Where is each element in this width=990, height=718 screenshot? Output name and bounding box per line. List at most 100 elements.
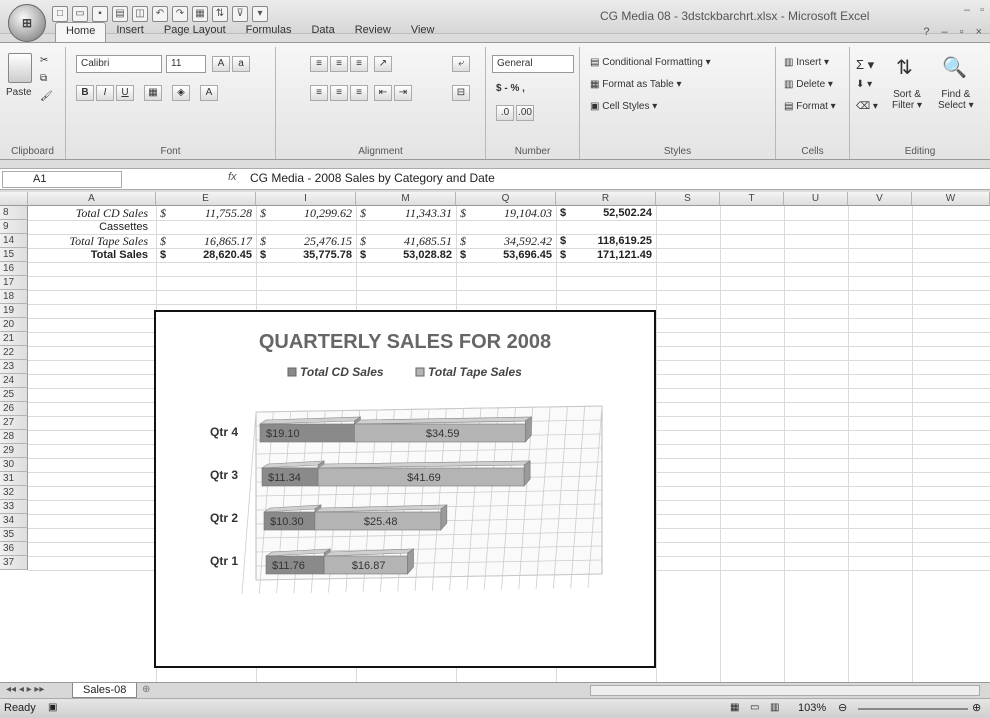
paste-button[interactable]: Paste <box>6 87 32 98</box>
cell-q15[interactable]: 53,696.45 <box>470 248 552 262</box>
row-header[interactable]: 37 <box>0 556 28 570</box>
cell-m15[interactable]: 53,028.82 <box>370 248 452 262</box>
column-header-v[interactable]: V <box>848 192 912 206</box>
tab-page-layout[interactable]: Page Layout <box>154 22 236 42</box>
cell-m14[interactable]: 41,685.51 <box>370 234 452 248</box>
wb-restore-icon[interactable]: ▫ <box>960 26 964 38</box>
cell-m8[interactable]: 11,343.31 <box>370 206 452 220</box>
underline-button[interactable]: U <box>116 85 134 101</box>
wrap-text-icon[interactable]: ⤶ <box>452 56 470 72</box>
save-icon[interactable]: ▪ <box>92 6 108 22</box>
increase-decimal-icon[interactable]: .0 <box>496 105 514 121</box>
row-header[interactable]: 19 <box>0 304 28 318</box>
font-name-combo[interactable]: Calibri <box>76 55 162 73</box>
fill-color-icon[interactable]: ◈ <box>172 85 190 101</box>
row-header[interactable]: 20 <box>0 318 28 332</box>
sort-icon[interactable]: ⇅ <box>212 6 228 22</box>
sheet-tab-sales-08[interactable]: Sales-08 <box>72 683 138 698</box>
find-select-icon[interactable]: 🔍 <box>942 55 967 80</box>
find-select-button[interactable]: Find & Select ▾ <box>938 89 974 111</box>
cell-i8[interactable]: 10,299.62 <box>270 206 352 220</box>
align-right-icon[interactable]: ≡ <box>350 85 368 101</box>
align-center-icon[interactable]: ≡ <box>330 85 348 101</box>
accounting-format-button[interactable]: $ - % , <box>496 83 525 94</box>
sheet-nav-icons[interactable]: ◂◂ ◂ ▸ ▸▸ <box>6 684 44 695</box>
conditional-formatting-button[interactable]: ▤ Conditional Formatting ▾ <box>590 57 711 68</box>
row-header[interactable]: 17 <box>0 276 28 290</box>
increase-indent-icon[interactable]: ⇥ <box>394 85 412 101</box>
office-button[interactable]: ⊞ <box>8 4 46 42</box>
cut-icon[interactable]: ✂ <box>40 55 48 66</box>
tab-data[interactable]: Data <box>301 22 344 42</box>
tab-review[interactable]: Review <box>345 22 401 42</box>
normal-view-icon[interactable]: ▦ <box>730 702 739 713</box>
zoom-slider[interactable] <box>858 708 968 710</box>
cell-r14[interactable]: 118,619.25 <box>570 234 652 248</box>
grow-font-icon[interactable]: A <box>212 56 230 72</box>
align-top-icon[interactable]: ≡ <box>310 56 328 72</box>
column-header-i[interactable]: I <box>256 192 356 206</box>
insert-cells-button[interactable]: ▥ Insert ▾ <box>784 57 829 68</box>
column-header-a[interactable]: A <box>28 192 156 206</box>
column-header-t[interactable]: T <box>720 192 784 206</box>
column-header-s[interactable]: S <box>656 192 720 206</box>
restore-icon[interactable]: ▫ <box>980 4 984 16</box>
cell-r15[interactable]: 171,121.49 <box>570 248 652 262</box>
paste-icon[interactable] <box>8 53 32 83</box>
tab-insert[interactable]: Insert <box>106 22 154 42</box>
row-header[interactable]: 18 <box>0 290 28 304</box>
cell-i15[interactable]: 35,775.78 <box>270 248 352 262</box>
delete-cells-button[interactable]: ▥ Delete ▾ <box>784 79 833 90</box>
row-header[interactable]: 28 <box>0 430 28 444</box>
column-header-m[interactable]: M <box>356 192 456 206</box>
page-layout-view-icon[interactable]: ▭ <box>750 702 759 713</box>
cell-e8[interactable]: 11,755.28 <box>170 206 252 220</box>
row-header[interactable]: 9 <box>0 220 28 234</box>
align-bottom-icon[interactable]: ≡ <box>350 56 368 72</box>
formula-input[interactable]: CG Media - 2008 Sales by Category and Da… <box>250 171 495 185</box>
print-icon[interactable]: ▤ <box>112 6 128 22</box>
column-header-r[interactable]: R <box>556 192 656 206</box>
embedded-chart[interactable]: QUARTERLY SALES FOR 2008 Total CD Sales T… <box>154 310 656 668</box>
insert-sheet-icon[interactable]: ⊕ <box>142 684 150 695</box>
name-box[interactable]: A1 <box>2 171 122 188</box>
chart-legend[interactable]: Total CD Sales Total Tape Sales <box>287 365 522 379</box>
row-header[interactable]: 33 <box>0 500 28 514</box>
legend-entry[interactable]: Total Tape Sales <box>428 365 522 379</box>
decrease-indent-icon[interactable]: ⇤ <box>374 85 392 101</box>
print-preview-icon[interactable]: ◫ <box>132 6 148 22</box>
minimize-icon[interactable]: – <box>964 4 970 16</box>
row-header[interactable]: 24 <box>0 374 28 388</box>
row-header[interactable]: 35 <box>0 528 28 542</box>
row-header[interactable]: 8 <box>0 206 28 220</box>
row-header[interactable]: 21 <box>0 332 28 346</box>
row-header[interactable]: 22 <box>0 346 28 360</box>
column-header-q[interactable]: Q <box>456 192 556 206</box>
align-left-icon[interactable]: ≡ <box>310 85 328 101</box>
select-all-corner[interactable] <box>0 192 28 206</box>
row-header[interactable]: 16 <box>0 262 28 276</box>
column-header-w[interactable]: W <box>912 192 990 206</box>
cell-q14[interactable]: 34,592.42 <box>470 234 552 248</box>
cell-q8[interactable]: 19,104.03 <box>470 206 552 220</box>
tab-home[interactable]: Home <box>55 22 107 42</box>
page-break-view-icon[interactable]: ▥ <box>770 702 779 713</box>
fill-icon[interactable]: ⬇ ▾ <box>856 79 872 90</box>
orientation-icon[interactable]: ↗ <box>374 56 392 72</box>
row-header[interactable]: 36 <box>0 542 28 556</box>
row-header[interactable]: 31 <box>0 472 28 486</box>
shrink-font-icon[interactable]: a <box>232 56 250 72</box>
sort-filter-button[interactable]: Sort & Filter ▾ <box>892 89 922 111</box>
zoom-level[interactable]: 103% <box>798 702 826 714</box>
wb-minimize-icon[interactable]: – <box>942 26 948 38</box>
format-painter-icon[interactable]: 🖌 <box>40 91 53 102</box>
chart-title[interactable]: QUARTERLY SALES FOR 2008 <box>259 331 551 353</box>
cell-styles-button[interactable]: ▣ Cell Styles ▾ <box>590 101 657 112</box>
new-icon[interactable]: □ <box>52 6 68 22</box>
borders-icon[interactable]: ▦ <box>144 85 162 101</box>
merge-center-icon[interactable]: ⊟ <box>452 85 470 101</box>
italic-button[interactable]: I <box>96 85 114 101</box>
font-size-combo[interactable]: 11 <box>166 55 206 73</box>
filter-icon[interactable]: ⊽ <box>232 6 248 22</box>
row-header[interactable]: 14 <box>0 234 28 248</box>
